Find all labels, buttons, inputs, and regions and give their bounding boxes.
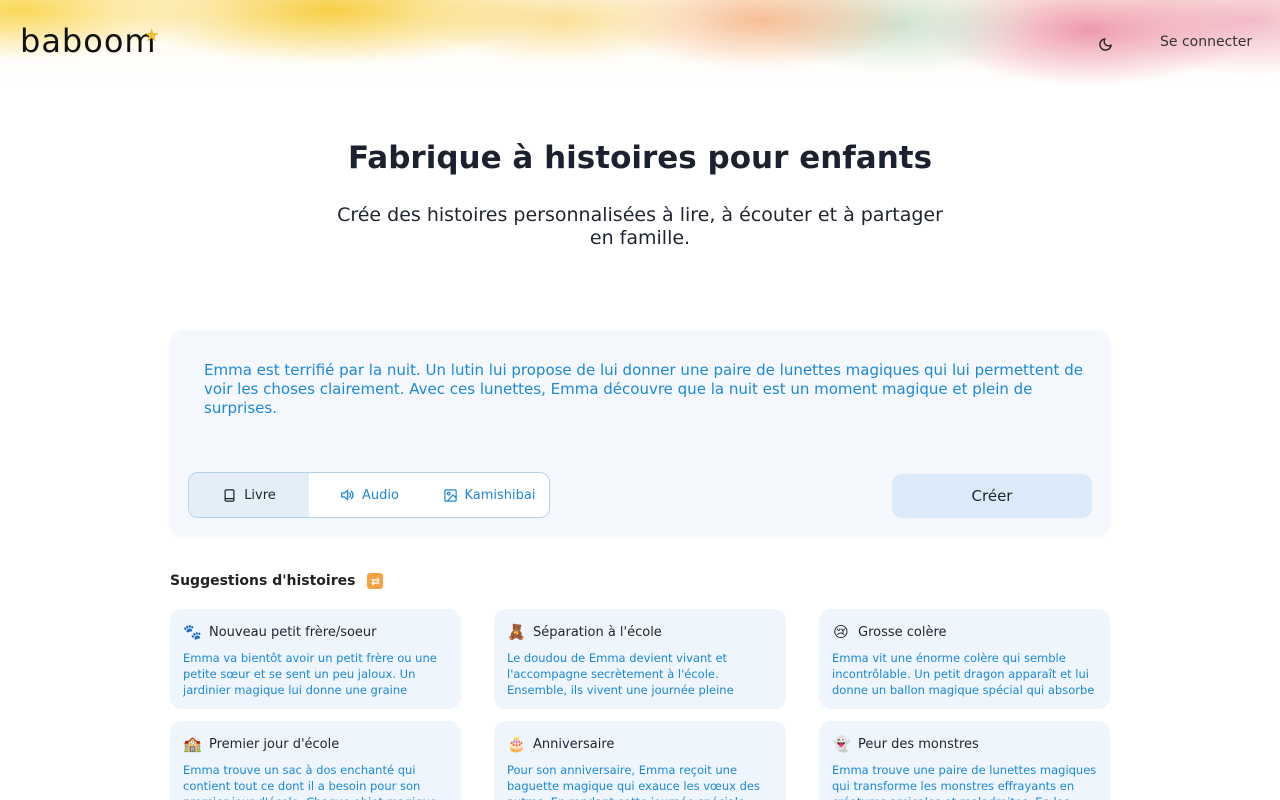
- suggestion-text: Pour son anniversaire, Emma reçoit une b…: [507, 763, 760, 800]
- moon-icon: [1098, 37, 1112, 51]
- mode-selector: Livre Audio Kamishibai: [188, 472, 550, 518]
- suggestion-card[interactable]: 🎂 Anniversaire Pour son anniversaire, Em…: [494, 721, 786, 800]
- suggestion-title: Anniversaire: [533, 736, 615, 752]
- suggestion-card[interactable]: 🧸 Séparation à l'école Le doudou de Emma…: [494, 609, 786, 709]
- logo[interactable]: baboom: [20, 22, 157, 60]
- suggestion-title: Grosse colère: [858, 624, 947, 640]
- suggestion-text: Emma trouve une paire de lunettes magiqu…: [832, 763, 1097, 800]
- suggestions-title: Suggestions d'histoires: [170, 573, 356, 589]
- suggestion-text: Emma va bientôt avoir un petit frère ou …: [183, 651, 437, 697]
- suggestion-card[interactable]: 😢 Grosse colère Emma vit une énorme colè…: [819, 609, 1110, 709]
- crying-face-icon: 😢: [833, 623, 849, 641]
- suggestion-text: Le doudou de Emma devient vivant et l'ac…: [507, 651, 734, 697]
- paw-icon: 🐾: [183, 623, 202, 641]
- page-subtitle: Crée des histoires personnalisées à lire…: [337, 204, 943, 249]
- page-title: Fabrique à histoires pour enfants: [347, 140, 933, 176]
- mode-audio-label: Audio: [362, 487, 399, 503]
- mode-livre-button[interactable]: Livre: [189, 473, 309, 517]
- header-watercolor-background: [0, 0, 1280, 95]
- story-composer: Emma est terrifié par la nuit. Un lutin …: [170, 330, 1110, 536]
- speaker-icon: [341, 489, 354, 501]
- suggestion-card[interactable]: 🐾 Nouveau petit frère/soeur Emma va bien…: [170, 609, 461, 709]
- suggestion-card[interactable]: 🏫 Premier jour d'école Emma trouve un sa…: [170, 721, 461, 800]
- suggestion-title: Séparation à l'école: [533, 624, 662, 640]
- star-icon: ★: [144, 26, 160, 46]
- mode-audio-button[interactable]: Audio: [309, 473, 429, 517]
- image-icon: [443, 488, 457, 502]
- suggestion-title: Premier jour d'école: [209, 736, 340, 752]
- book-icon: [224, 488, 235, 502]
- suggestion-text: Emma vit une énorme colère qui semble in…: [832, 651, 1095, 697]
- suggestions-header: Suggestions d'histoires ⇄: [170, 573, 384, 589]
- teddy-bear-icon: 🧸: [507, 623, 526, 641]
- theme-toggle-button[interactable]: [1094, 33, 1116, 55]
- suggestion-title: Nouveau petit frère/soeur: [209, 624, 377, 640]
- school-icon: 🏫: [183, 735, 202, 753]
- create-button[interactable]: Créer: [892, 474, 1092, 518]
- story-input[interactable]: Emma est terrifié par la nuit. Un lutin …: [204, 361, 1084, 418]
- suggestion-title: Peur des monstres: [858, 736, 979, 752]
- mode-livre-label: Livre: [244, 487, 276, 503]
- birthday-cake-icon: 🎂: [507, 735, 526, 753]
- suggestion-card[interactable]: 👻 Peur des monstres Emma trouve une pair…: [819, 721, 1110, 800]
- login-link[interactable]: Se connecter: [1160, 34, 1252, 50]
- mode-kamishibai-label: Kamishibai: [464, 487, 536, 503]
- ghost-icon: 👻: [832, 735, 851, 753]
- mode-kamishibai-button[interactable]: Kamishibai: [429, 473, 549, 517]
- suggestion-text: Emma trouve un sac à dos enchanté qui co…: [183, 763, 437, 800]
- suggestions-grid: 🐾 Nouveau petit frère/soeur Emma va bien…: [170, 609, 1110, 800]
- shuffle-icon[interactable]: ⇄: [367, 573, 384, 589]
